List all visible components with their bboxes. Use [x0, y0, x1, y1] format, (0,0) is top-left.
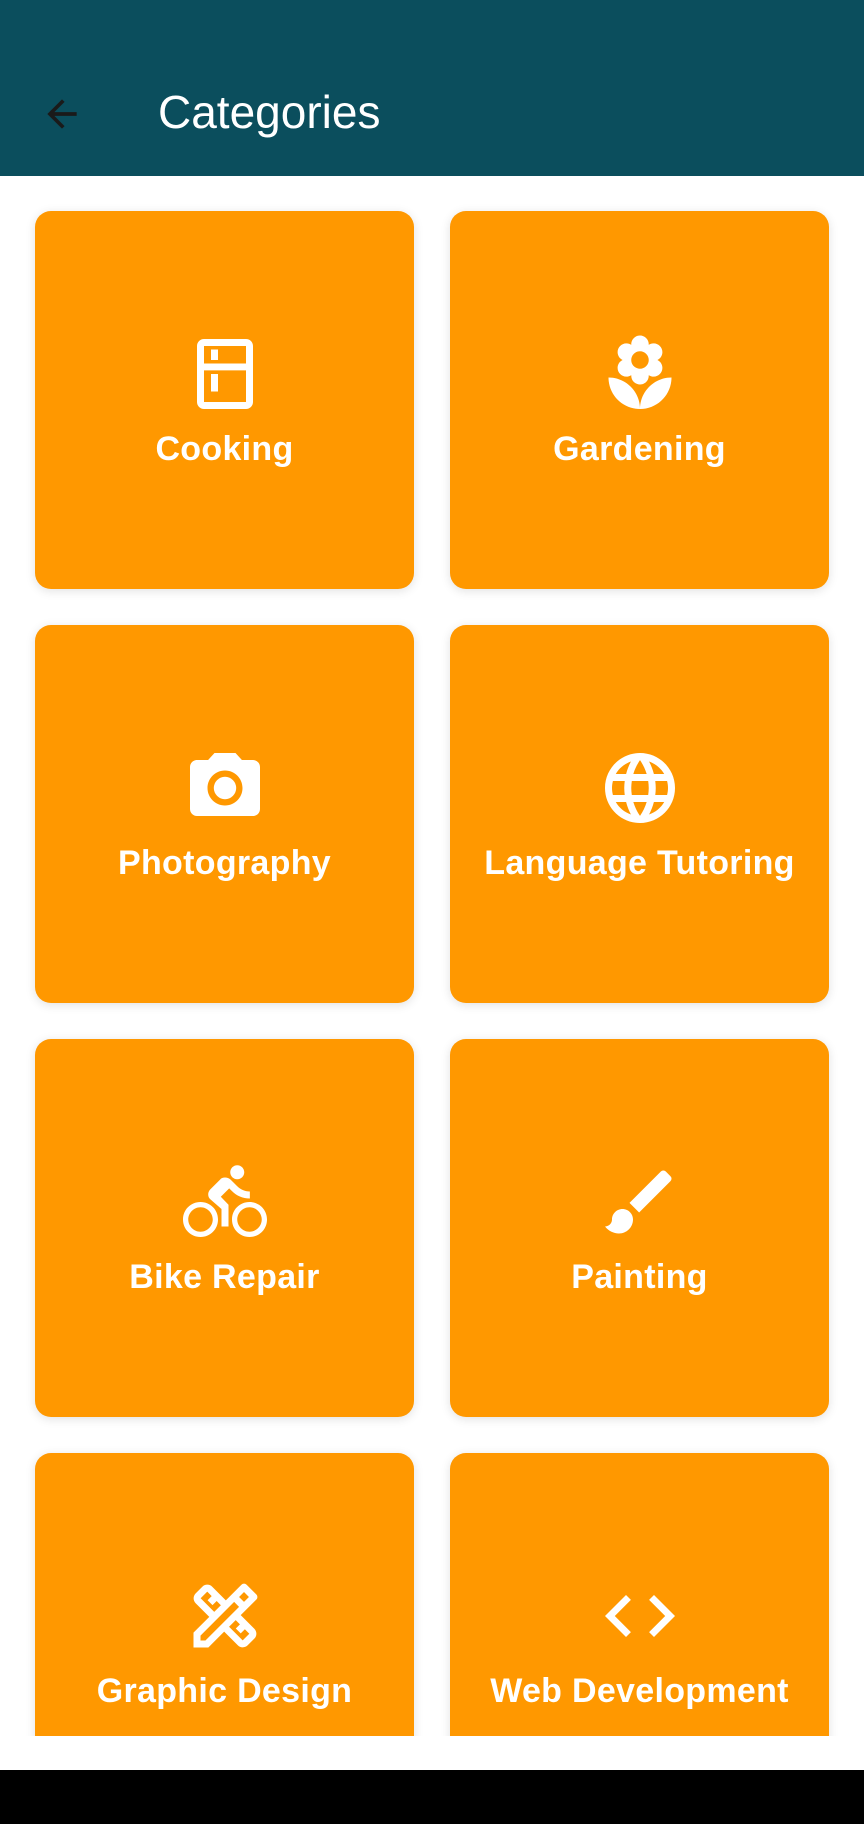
category-grid-container[interactable]: Cooking Gardening Photography Language T…: [0, 176, 864, 1736]
design-tools-icon: [183, 1574, 267, 1658]
arrow-back-icon: [47, 99, 77, 129]
category-label: Photography: [118, 843, 331, 882]
page-title: Categories: [158, 86, 381, 138]
camera-icon: [183, 746, 267, 830]
kitchen-icon: [183, 332, 267, 416]
category-tile-web-development[interactable]: Web Development: [450, 1453, 829, 1736]
category-tile-painting[interactable]: Painting: [450, 1039, 829, 1417]
code-icon: [598, 1574, 682, 1658]
globe-icon: [598, 746, 682, 830]
category-tile-bike-repair[interactable]: Bike Repair: [35, 1039, 414, 1417]
category-grid: Cooking Gardening Photography Language T…: [35, 211, 829, 1736]
bicycle-icon: [182, 1160, 267, 1244]
category-tile-language-tutoring[interactable]: Language Tutoring: [450, 625, 829, 1003]
categories-screen: Categories Cooking Gardening Photography…: [0, 0, 864, 1824]
category-label: Web Development: [490, 1671, 789, 1710]
category-tile-photography[interactable]: Photography: [35, 625, 414, 1003]
back-button[interactable]: [30, 82, 94, 146]
category-label: Gardening: [553, 429, 726, 468]
brush-icon: [598, 1160, 682, 1244]
category-label: Cooking: [155, 429, 294, 468]
category-label: Painting: [571, 1257, 708, 1296]
category-label: Bike Repair: [129, 1257, 320, 1296]
app-bar: Categories: [0, 0, 864, 176]
flower-icon: [598, 332, 682, 416]
category-label: Language Tutoring: [484, 843, 795, 882]
system-navigation-bar: [0, 1770, 864, 1824]
category-tile-graphic-design[interactable]: Graphic Design: [35, 1453, 414, 1736]
category-label: Graphic Design: [96, 1671, 353, 1710]
category-tile-gardening[interactable]: Gardening: [450, 211, 829, 589]
category-tile-cooking[interactable]: Cooking: [35, 211, 414, 589]
